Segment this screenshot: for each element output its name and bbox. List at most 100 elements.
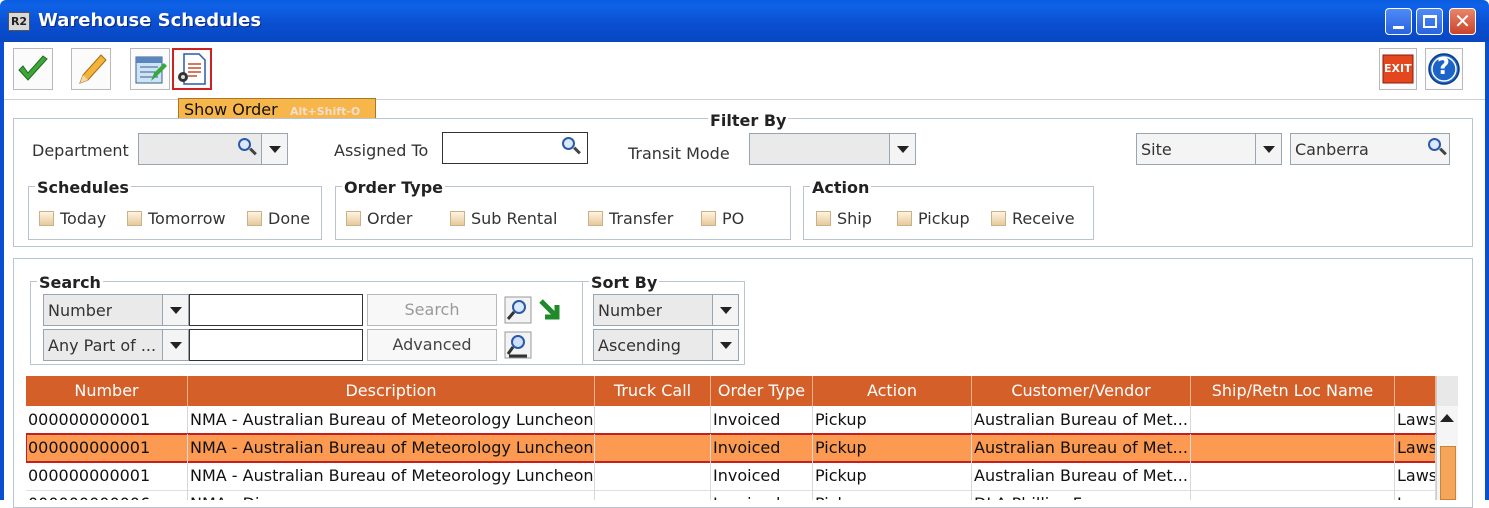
column-header-description[interactable]: Description [188,376,595,406]
checkbox-label: Transfer [609,209,674,228]
schedule-edit-button[interactable] [130,48,170,90]
close-button[interactable]: ✕ [1449,8,1476,35]
table-row-selected[interactable]: 000000000001 NMA - Australian Bureau of … [26,433,1437,463]
order-type-po-checkbox[interactable]: PO [701,209,744,228]
maximize-button[interactable] [1416,8,1443,35]
search-group: Search Number Search Any Part of ... Adv… [30,273,584,365]
order-type-subrental-checkbox[interactable]: Sub Rental [450,209,557,228]
action-pickup-checkbox[interactable]: Pickup [897,209,970,228]
filter-title: Filter By [708,111,789,130]
cell-description: NMA - Australian Bureau of Meteorology L… [188,434,595,462]
chevron-down-icon[interactable] [162,330,188,360]
cell-number: 000000000001 [26,462,188,490]
search-button[interactable]: Search [367,294,497,326]
find-button[interactable] [503,295,533,325]
minimize-button[interactable] [1385,8,1412,35]
column-header-number[interactable]: Number [26,376,188,406]
show-order-button[interactable] [172,48,212,90]
action-receive-checkbox[interactable]: Receive [991,209,1075,228]
advanced-search-icon [504,331,532,359]
table-row[interactable]: 000000000001 NMA - Australian Bureau of … [26,406,1436,434]
title-bar: R2 Warehouse Schedules ✕ [0,0,1489,42]
assigned-to-lookup-icon[interactable] [559,136,581,158]
chevron-down-icon[interactable] [162,295,188,325]
order-type-transfer-checkbox[interactable]: Transfer [588,209,673,228]
search-input-2[interactable] [189,329,363,361]
show-order-icon [178,53,206,85]
confirm-button[interactable] [13,48,53,90]
column-header-truck-call[interactable]: Truck Call [595,376,711,406]
cell-number: 000000000001 [26,406,188,434]
site-value: Canberra [1295,140,1369,159]
order-type-order-checkbox[interactable]: Order [346,209,412,228]
checkbox-label: Ship [837,209,872,228]
search-title: Search [37,273,103,292]
table-row[interactable]: 000000000006 NMA - Dinner Invoiced Picku… [26,490,1436,500]
schedules-done-checkbox[interactable]: Done [247,209,310,228]
exit-button[interactable]: EXIT [1379,48,1417,90]
chevron-down-icon[interactable] [261,134,287,164]
column-header-extra[interactable] [1395,376,1436,406]
column-header-action[interactable]: Action [813,376,972,406]
column-header-customer-vendor[interactable]: Customer/Vendor [972,376,1191,406]
site-select-value: Site [1141,140,1172,159]
transit-mode-label: Transit Mode [628,144,730,163]
sort-field-combo[interactable]: Number [593,294,739,326]
tooltip-label: Show Order [184,100,278,119]
table-row[interactable]: 000000000001 NMA - Australian Bureau of … [26,462,1436,490]
column-header-ship-retn-loc-name[interactable]: Ship/Retn Loc Name [1191,376,1395,406]
checkbox-label: PO [722,209,745,228]
chevron-down-icon[interactable] [712,330,738,360]
cell-extra: Laws [1395,434,1436,462]
column-header-order-type[interactable]: Order Type [711,376,813,406]
department-combo[interactable] [138,133,288,165]
app-icon: R2 [8,12,30,31]
chevron-down-icon[interactable] [712,295,738,325]
window-title: Warehouse Schedules [38,10,262,31]
chevron-down-icon[interactable] [1255,134,1281,164]
maximize-icon [1423,15,1437,28]
cell-ship-retn-loc [1191,462,1395,490]
action-ship-checkbox[interactable]: Ship [816,209,872,228]
cell-action: Pickup [813,406,972,434]
table-header: Number Description Truck Call Order Type… [26,376,1436,406]
scrollbar-thumb[interactable] [1440,446,1456,500]
cell-ship-retn-loc [1191,406,1395,434]
checkbox-label: Order [367,209,413,228]
order-type-group: Order Type Order Sub Rental Transfer PO [335,178,791,240]
site-combo[interactable]: Site [1136,133,1282,165]
advanced-button[interactable]: Advanced [367,329,497,361]
scroll-up-icon[interactable] [1440,414,1454,422]
search-field-value: Number [48,301,113,320]
advanced-search-button[interactable] [503,330,533,360]
site-value-field[interactable]: Canberra [1290,133,1450,165]
sort-order-value: Ascending [598,336,681,355]
search-field-combo[interactable]: Number [43,294,189,326]
cell-truck-call [595,462,711,490]
schedules-tomorrow-checkbox[interactable]: Tomorrow [127,209,226,228]
action-group: Action Ship Pickup Receive [803,178,1094,240]
chevron-down-icon[interactable] [889,134,915,164]
schedules-today-checkbox[interactable]: Today [39,209,106,228]
department-lookup-icon[interactable] [235,137,257,159]
cell-truck-call [595,406,711,434]
go-button[interactable] [535,295,565,325]
edit-button[interactable] [71,48,111,90]
filter-panel: Filter By Department Assigned To Transit… [13,111,1473,247]
checkbox-label: Pickup [918,209,970,228]
help-button[interactable]: ? [1425,48,1463,90]
minimize-icon [1393,26,1404,29]
table-vertical-scrollbar[interactable] [1436,406,1458,500]
sort-order-combo[interactable]: Ascending [593,329,739,361]
transit-mode-combo[interactable] [749,133,916,165]
site-lookup-icon[interactable] [1425,137,1447,159]
assigned-to-input[interactable] [442,132,588,164]
search-match-combo[interactable]: Any Part of ... [43,329,189,361]
search-match-value: Any Part of ... [48,336,157,355]
sort-group: Sort By Number Ascending [582,273,745,365]
schedules-title: Schedules [35,178,131,197]
cell-extra: Laws [1395,490,1436,500]
help-label: ? [1437,55,1450,80]
cell-action: Pickup [813,434,972,462]
search-input[interactable] [189,294,363,326]
